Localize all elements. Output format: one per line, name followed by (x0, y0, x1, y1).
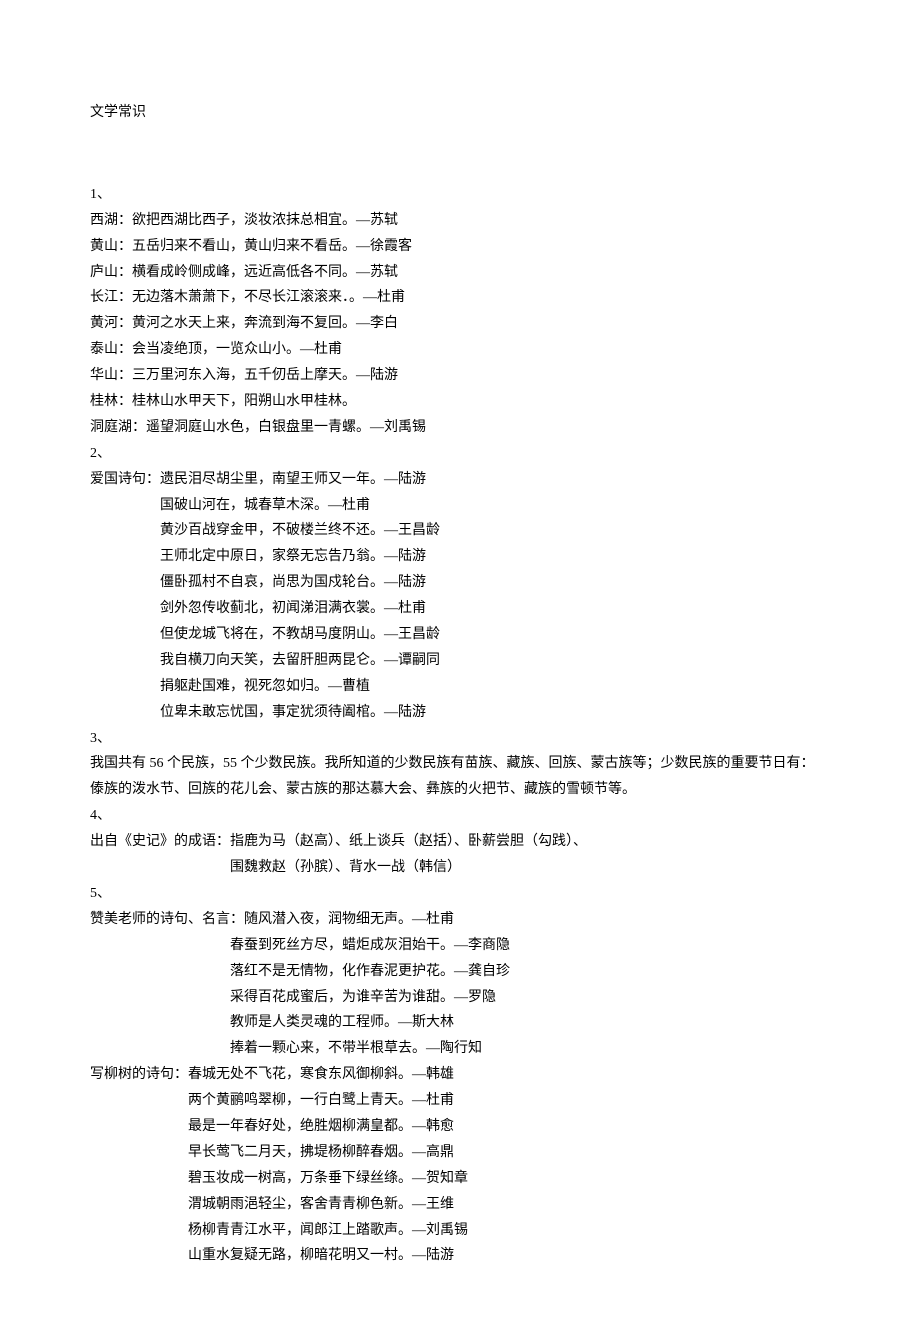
section-4-number: 4、 (90, 803, 830, 829)
s5-w-line-0: 两个黄鹂鸣翠柳，一行白鹭上青天。—杜甫 (90, 1088, 830, 1114)
section-1-number: 1、 (90, 182, 830, 208)
section-5-number: 5、 (90, 881, 830, 907)
s4-lead: 出自《史记》的成语：指鹿为马（赵高）、纸上谈兵（赵括）、卧薪尝胆（勾践）、 (90, 829, 830, 855)
s5-w-line-4: 渭城朝雨浥轻尘，客舍青青柳色新。—王维 (90, 1192, 830, 1218)
s5-t-line-0: 春蚕到死丝方尽，蜡炬成灰泪始干。—李商隐 (90, 933, 830, 959)
s5-t-line-1: 落红不是无情物，化作春泥更护花。—龚自珍 (90, 959, 830, 985)
s1-line-6: 华山：三万里河东入海，五千仞岳上摩天。—陆游 (90, 363, 830, 389)
s5-t-line-3: 教师是人类灵魂的工程师。—斯大林 (90, 1010, 830, 1036)
s1-line-3: 长江：无边落木萧萧下，不尽长江滚滚来．。—杜甫 (90, 285, 830, 311)
s1-line-1: 黄山：五岳归来不看山，黄山归来不看岳。—徐霞客 (90, 234, 830, 260)
s5-w-line-3: 碧玉妆成一树高，万条垂下绿丝绦。—贺知章 (90, 1166, 830, 1192)
s4-line-0: 围魏救赵（孙膑）、背水一战（韩信） (90, 855, 830, 881)
s2-line-0: 国破山河在，城春草木深。—杜甫 (90, 493, 830, 519)
s5-t-line-4: 捧着一颗心来，不带半根草去。—陶行知 (90, 1036, 830, 1062)
s5-w-line-2: 早长莺飞二月天，拂堤杨柳醉春烟。—高鼎 (90, 1140, 830, 1166)
document-page: 文学常识 1、 西湖：欲把西湖比西子，淡妆浓抹总相宜。—苏轼 黄山：五岳归来不看… (0, 0, 920, 1329)
s1-line-7: 桂林：桂林山水甲天下，阳朔山水甲桂林。 (90, 389, 830, 415)
s2-line-6: 我自横刀向天笑，去留肝胆两昆仑。—谭嗣同 (90, 648, 830, 674)
section-2-number: 2、 (90, 441, 830, 467)
document-title: 文学常识 (90, 100, 830, 126)
s2-line-2: 王师北定中原日，家祭无忘告乃翁。—陆游 (90, 544, 830, 570)
s5-willow-lead: 写柳树的诗句：春城无处不飞花，寒食东风御柳斜。—韩雄 (90, 1062, 830, 1088)
s5-w-line-1: 最是一年春好处，绝胜烟柳满皇都。—韩愈 (90, 1114, 830, 1140)
section-3-number: 3、 (90, 726, 830, 752)
s2-line-5: 但使龙城飞将在，不教胡马度阴山。—王昌龄 (90, 622, 830, 648)
s2-line-4: 剑外忽传收蓟北，初闻涕泪满衣裳。—杜甫 (90, 596, 830, 622)
s5-w-line-5: 杨柳青青江水平，闻郎江上踏歌声。—刘禹锡 (90, 1218, 830, 1244)
s3-line-0: 我国共有 56 个民族，55 个少数民族。我所知道的少数民族有苗族、藏族、回族、… (90, 751, 830, 777)
spacer (90, 154, 830, 182)
s1-line-0: 西湖：欲把西湖比西子，淡妆浓抹总相宜。—苏轼 (90, 208, 830, 234)
s2-line-8: 位卑未敢忘忧国，事定犹须待阖棺。—陆游 (90, 700, 830, 726)
s1-line-8: 洞庭湖：遥望洞庭山水色，白银盘里一青螺。—刘禹锡 (90, 415, 830, 441)
s3-line-1: 傣族的泼水节、回族的花儿会、蒙古族的那达慕大会、彝族的火把节、藏族的雪顿节等。 (90, 777, 830, 803)
s2-line-1: 黄沙百战穿金甲，不破楼兰终不还。—王昌龄 (90, 518, 830, 544)
s1-line-5: 泰山：会当凌绝顶，一览众山小。—杜甫 (90, 337, 830, 363)
s5-w-line-6: 山重水复疑无路，柳暗花明又一村。—陆游 (90, 1243, 830, 1269)
s2-lead: 爱国诗句：遗民泪尽胡尘里，南望王师又一年。—陆游 (90, 467, 830, 493)
s2-line-7: 捐躯赴国难，视死忽如归。—曹植 (90, 674, 830, 700)
s1-line-4: 黄河：黄河之水天上来，奔流到海不复回。—李白 (90, 311, 830, 337)
s1-line-2: 庐山：横看成岭侧成峰，远近高低各不同。—苏轼 (90, 260, 830, 286)
s5-t-line-2: 采得百花成蜜后，为谁辛苦为谁甜。—罗隐 (90, 985, 830, 1011)
s2-line-3: 僵卧孤村不自哀，尚思为国戍轮台。—陆游 (90, 570, 830, 596)
s5-teacher-lead: 赞美老师的诗句、名言：随风潜入夜，润物细无声。—杜甫 (90, 907, 830, 933)
